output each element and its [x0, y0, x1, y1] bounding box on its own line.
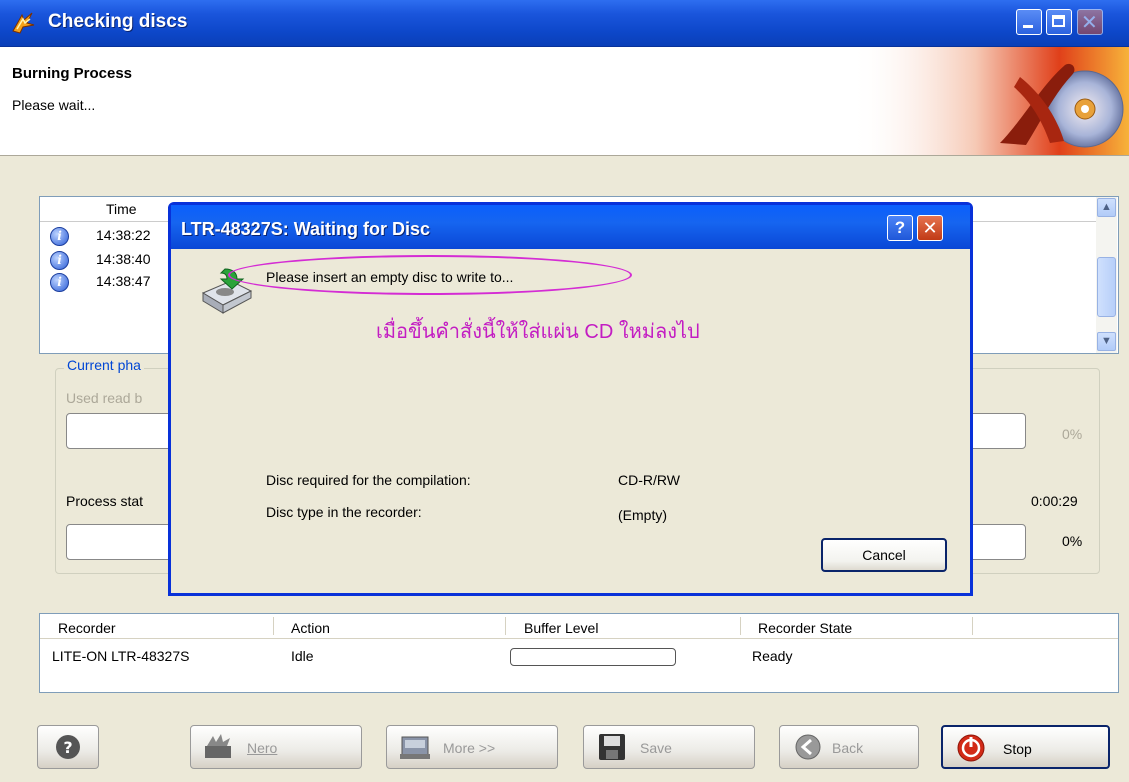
process-percent: 0%: [1062, 533, 1083, 549]
back-button-label: Back: [832, 740, 864, 756]
help-icon: ?: [56, 735, 80, 759]
log-time: 14:38:40: [96, 251, 151, 267]
buffer-level-bar: [510, 648, 676, 666]
disc-type-value: (Empty): [618, 507, 667, 523]
nero-app-icon: [12, 12, 35, 34]
scroll-up-button[interactable]: ▲: [1097, 198, 1116, 217]
log-time: 14:38:22: [96, 227, 151, 243]
close-button[interactable]: ✕: [1077, 9, 1103, 35]
minimize-button[interactable]: [1016, 9, 1042, 35]
save-button-label: Save: [640, 740, 672, 756]
disc-type-label: Disc type in the recorder:: [266, 504, 422, 520]
maximize-button[interactable]: [1046, 9, 1072, 35]
stop-button[interactable]: Stop: [941, 725, 1110, 769]
nero-button-label: Nero: [247, 740, 278, 756]
col-action[interactable]: Action: [291, 620, 330, 636]
nero-flame-icon: [205, 734, 231, 758]
col-recorder-state[interactable]: Recorder State: [758, 620, 852, 636]
floppy-disk-icon: [599, 734, 625, 760]
col-buffer-level[interactable]: Buffer Level: [524, 620, 598, 636]
more-icon: [400, 736, 430, 759]
scroll-thumb[interactable]: [1097, 257, 1116, 317]
window-title: Checking discs: [48, 11, 188, 32]
dialog-title-bar[interactable]: LTR-48327S: Waiting for Disc ? ✕: [171, 205, 970, 249]
log-time: 14:38:47: [96, 273, 151, 289]
scroll-down-button[interactable]: ▼: [1097, 332, 1116, 351]
recorder-name: LITE-ON LTR-48327S: [52, 648, 190, 664]
thai-instruction-annotation: เมื่อขึ้นคำสั่งนี้ให้ใส่แผ่น CD ใหม่ลงไป: [376, 321, 700, 343]
stop-icon: [957, 734, 985, 762]
info-icon: i: [50, 227, 69, 246]
page-subtitle: Please wait...: [12, 97, 96, 113]
info-icon: i: [50, 273, 69, 292]
recorder-state: Ready: [752, 648, 793, 664]
nero-button[interactable]: Nero: [190, 725, 362, 769]
recorder-action: Idle: [291, 648, 314, 664]
process-label: Process stat: [66, 493, 144, 509]
time-column-header[interactable]: Time: [106, 201, 137, 217]
buffer-label: Used read b: [66, 390, 143, 406]
stop-button-label: Stop: [1003, 741, 1032, 757]
waiting-for-disc-dialog: LTR-48327S: Waiting for Disc ? ✕ Please …: [168, 202, 973, 596]
back-arrow-icon: [795, 734, 821, 760]
help-button[interactable]: ?: [37, 725, 99, 769]
recorder-table-header: Recorder Action Buffer Level Recorder St…: [40, 614, 1118, 639]
page-title: Burning Process: [12, 65, 133, 82]
nero-burning-logo: [850, 47, 1129, 155]
dialog-close-button[interactable]: ✕: [917, 215, 943, 241]
maximize-icon: [1052, 15, 1065, 27]
recorder-table[interactable]: Recorder Action Buffer Level Recorder St…: [39, 613, 1119, 693]
more-button-label: More >>: [443, 740, 496, 756]
current-phase-legend: Current pha: [64, 357, 144, 373]
more-button[interactable]: More >>: [386, 725, 558, 769]
minimize-icon: [1023, 25, 1033, 28]
close-icon: ✕: [1081, 12, 1098, 34]
save-button[interactable]: Save: [583, 725, 755, 769]
svg-text:?: ?: [63, 738, 72, 757]
log-scrollbar[interactable]: ▲ ▼: [1096, 197, 1117, 353]
info-icon: i: [50, 251, 69, 270]
title-bar[interactable]: Checking discs ✕: [0, 0, 1129, 47]
cancel-button[interactable]: Cancel: [821, 538, 947, 572]
col-recorder[interactable]: Recorder: [58, 620, 116, 636]
header-band: Burning Process Please wait...: [0, 47, 1129, 156]
dialog-help-button[interactable]: ?: [887, 215, 913, 241]
elapsed-time: 0:00:29: [1031, 493, 1078, 509]
required-disc-label: Disc required for the compilation:: [266, 472, 471, 488]
required-disc-value: CD-R/RW: [618, 472, 680, 488]
dialog-title: LTR-48327S: Waiting for Disc: [181, 219, 431, 239]
buffer-percent: 0%: [1062, 426, 1083, 442]
insert-disc-message: Please insert an empty disc to write to.…: [266, 269, 514, 285]
back-button[interactable]: Back: [779, 725, 919, 769]
